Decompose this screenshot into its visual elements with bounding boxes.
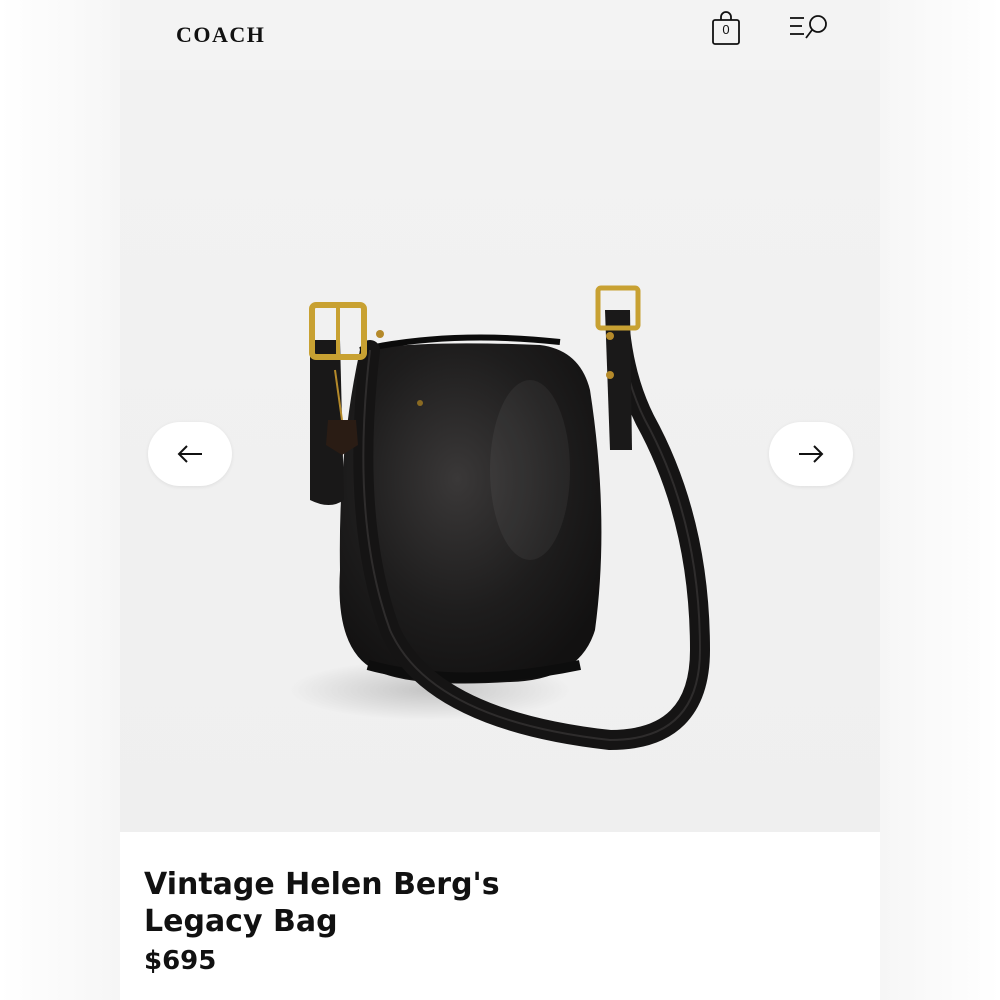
product-info: Vintage Helen Berg's Legacy Bag $695: [120, 832, 880, 1000]
product-title: Vintage Helen Berg's Legacy Bag: [144, 866, 664, 940]
shopping-bag-button[interactable]: 0: [710, 10, 742, 48]
brand-logo[interactable]: COACH: [176, 22, 265, 48]
bag-count: 0: [722, 22, 730, 37]
product-title-line2: Legacy Bag: [144, 904, 338, 939]
next-image-button[interactable]: [769, 422, 853, 486]
arrow-right-icon: [799, 445, 824, 463]
product-image[interactable]: [280, 270, 720, 790]
product-gallery[interactable]: [120, 70, 880, 832]
product-title-line1: Vintage Helen Berg's: [144, 867, 500, 902]
previous-image-button[interactable]: [148, 422, 232, 486]
menu-search-button[interactable]: [788, 12, 834, 44]
menu-search-icon: [790, 15, 827, 39]
arrow-left-icon: [177, 445, 202, 463]
left-margin: [0, 0, 120, 1000]
product-page: COACH 0 Vintage Helen Berg's Legacy Bag …: [120, 0, 880, 1000]
product-price: $695: [144, 946, 217, 976]
top-header: COACH 0: [120, 0, 880, 70]
right-margin: [880, 0, 1000, 1000]
